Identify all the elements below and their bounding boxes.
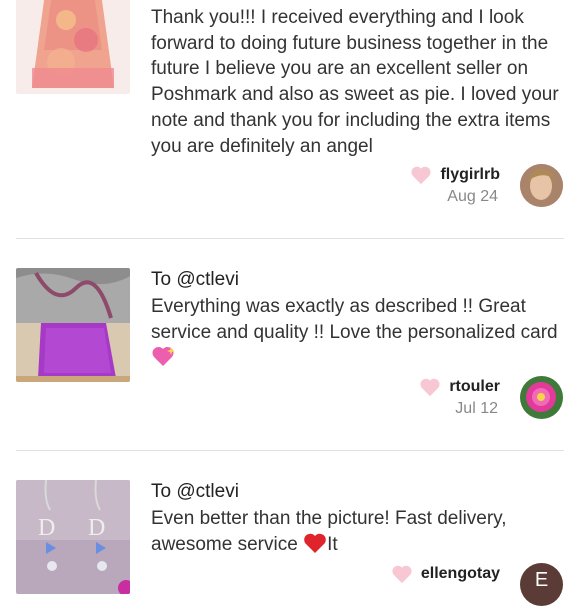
svg-text:D: D bbox=[88, 515, 105, 541]
like-heart-icon[interactable] bbox=[391, 564, 413, 584]
review-text: Thank you!!! I received everything and I… bbox=[151, 7, 559, 157]
review-text: Everything was exactly as described !! G… bbox=[151, 296, 558, 343]
listing-thumbnail-earrings[interactable]: D D bbox=[16, 480, 130, 594]
reviewer-avatar[interactable]: E bbox=[520, 563, 563, 606]
svg-text:D: D bbox=[38, 515, 55, 541]
avatar-flower-photo bbox=[520, 376, 563, 419]
pink-tank-top-image bbox=[16, 0, 130, 94]
divider bbox=[16, 450, 564, 451]
avatar-initial: E bbox=[534, 569, 549, 591]
dior-earrings-image: D D bbox=[16, 480, 130, 594]
review-recipient[interactable]: To @ctlevi bbox=[151, 267, 561, 293]
purple-bag-image bbox=[16, 268, 130, 382]
review-text-continuation: It bbox=[327, 533, 338, 555]
like-heart-icon[interactable] bbox=[410, 165, 432, 185]
listing-thumbnail-pink-top[interactable] bbox=[16, 0, 130, 94]
reviewer-avatar[interactable] bbox=[520, 376, 563, 419]
divider bbox=[16, 238, 564, 239]
like-heart-icon[interactable] bbox=[419, 377, 441, 397]
reviewer-username[interactable]: flygirlrb bbox=[440, 166, 500, 184]
red-heart-emoji-icon bbox=[304, 533, 326, 553]
reviewer-avatar[interactable] bbox=[520, 164, 563, 207]
review-recipient[interactable]: To @ctlevi bbox=[151, 479, 561, 505]
review-date: Aug 24 bbox=[447, 188, 498, 205]
reviewer-username[interactable]: rtouler bbox=[449, 378, 500, 396]
avatar-photo bbox=[520, 164, 563, 207]
sparkling-heart-emoji-icon bbox=[152, 347, 175, 367]
listing-thumbnail-purple-bag[interactable] bbox=[16, 268, 130, 382]
review-date: Jul 12 bbox=[455, 400, 498, 417]
reviewer-username[interactable]: ellengotay bbox=[421, 565, 500, 583]
